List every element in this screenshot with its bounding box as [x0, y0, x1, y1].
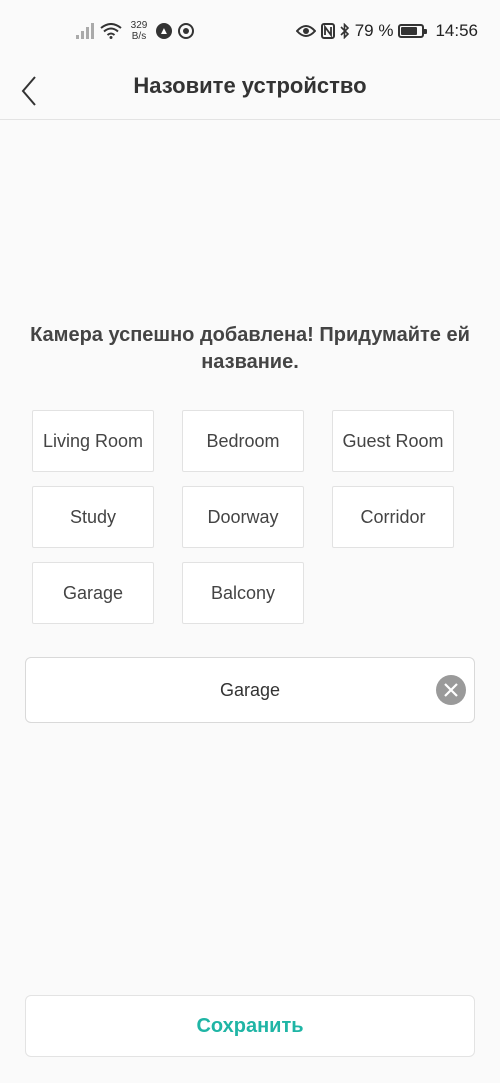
success-prompt: Камера успешно добавлена! Придумайте ей … — [30, 324, 470, 373]
status-bar: 329 B/s ▲ 79 % 14:56 — [0, 0, 500, 62]
battery-fill — [401, 27, 418, 35]
chip-corridor[interactable]: Corridor — [332, 486, 454, 548]
clock: 14:56 — [435, 21, 478, 40]
chip-doorway[interactable]: Doorway — [182, 486, 304, 548]
navigation-app-icon: ▲ — [156, 23, 172, 39]
chip-living-room[interactable]: Living Room — [32, 410, 154, 472]
bluetooth-icon — [340, 23, 349, 39]
signal-icon — [76, 23, 94, 39]
chip-balcony[interactable]: Balcony — [182, 562, 304, 624]
chip-garage[interactable]: Garage — [32, 562, 154, 624]
clear-button[interactable] — [436, 675, 466, 705]
app-header: Назовите устройство — [0, 62, 500, 120]
target-app-icon — [178, 23, 194, 39]
device-name-field — [25, 657, 475, 723]
chip-bedroom[interactable]: Bedroom — [182, 410, 304, 472]
device-name-input[interactable] — [66, 658, 434, 722]
network-speed-unit: B/s — [131, 31, 147, 42]
nfc-icon — [320, 23, 335, 39]
room-suggestions: Living Room Bedroom Guest Room Study Doo… — [32, 410, 454, 624]
close-icon — [444, 683, 458, 697]
network-speed: 329 B/s — [128, 20, 150, 42]
status-left-group: 329 B/s ▲ — [76, 16, 194, 46]
status-right-group: 79 % 14:56 — [295, 16, 478, 46]
chip-guest-room[interactable]: Guest Room — [332, 410, 454, 472]
chip-study[interactable]: Study — [32, 486, 154, 548]
network-speed-value: 329 — [130, 20, 148, 31]
eye-icon — [295, 25, 316, 37]
page-title: Назовите устройство — [133, 73, 367, 98]
chevron-left-icon — [21, 76, 36, 106]
save-button[interactable]: Сохранить — [25, 995, 475, 1057]
battery-percent: 79 % — [354, 21, 394, 40]
back-button[interactable] — [14, 68, 44, 114]
wifi-icon — [100, 23, 122, 39]
battery-icon — [398, 24, 428, 38]
